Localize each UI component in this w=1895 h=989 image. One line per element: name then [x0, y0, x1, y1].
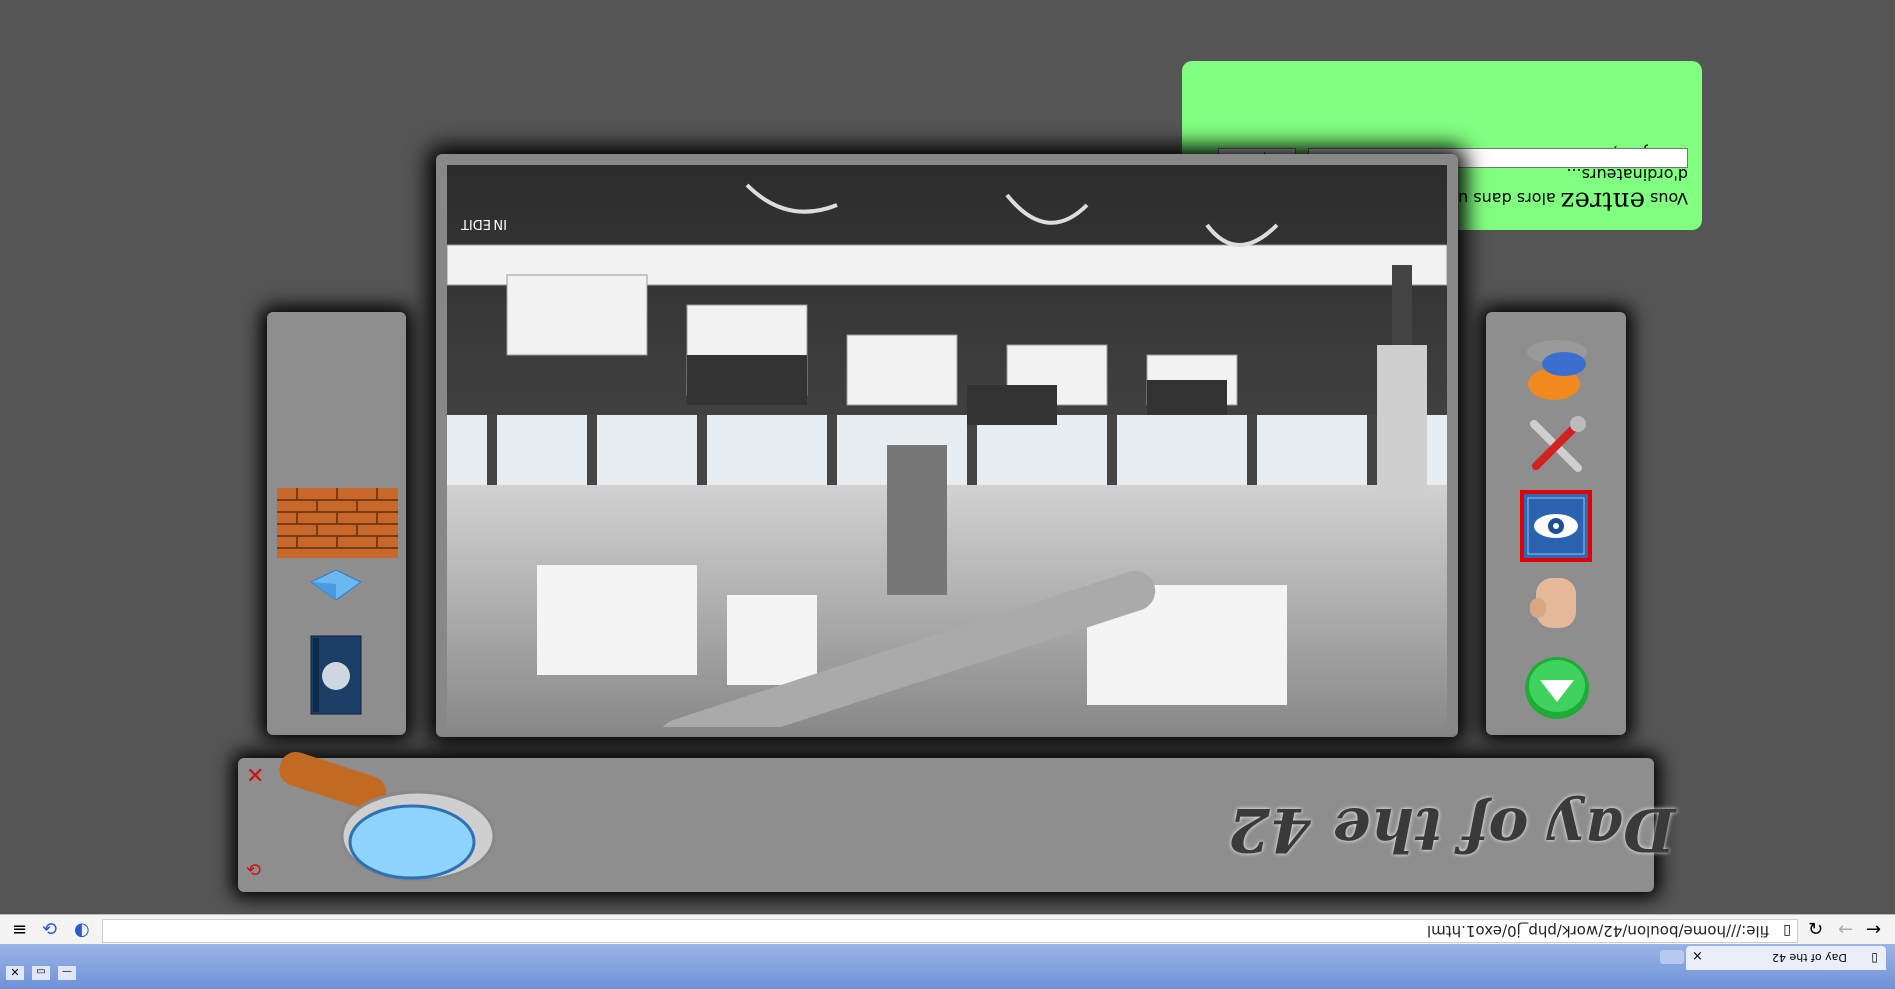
- close-x-icon[interactable]: ✕: [246, 764, 264, 789]
- window-restore-icon[interactable]: ▭: [32, 966, 50, 980]
- back-icon[interactable]: →: [1866, 919, 1881, 940]
- tab-close-icon[interactable]: ×: [1692, 949, 1703, 964]
- tab-active[interactable]: × Day of the 42 ▯: [1686, 946, 1886, 970]
- take-hand-icon[interactable]: [1526, 568, 1586, 636]
- dialog-line1-big: entrez: [1560, 186, 1645, 216]
- inventory-panel: [267, 312, 406, 735]
- tab-title: Day of the 42: [1772, 951, 1847, 964]
- page-icon: ▯: [1783, 922, 1791, 938]
- url-field[interactable]: file:///home/boulon/42/work/php_j0/exo1.…: [102, 919, 1798, 943]
- refresh-icon[interactable]: ⟲: [246, 860, 261, 881]
- menu-icon[interactable]: ≡: [12, 919, 27, 940]
- brick-icon[interactable]: [277, 488, 398, 558]
- dialog-line1-prefix: Vous: [1650, 189, 1688, 208]
- banner-title: Day of the 42: [1228, 794, 1676, 864]
- page: Vous entrez alors dans une grande piece …: [0, 0, 1895, 989]
- back-alt-icon[interactable]: ⟲: [42, 919, 57, 940]
- look-icon[interactable]: [1520, 490, 1592, 562]
- browser-toolbar: ≡ ⟲ ◐ ☆ file:///home/boulon/42/work/php_…: [0, 914, 1895, 945]
- action-panel: [1486, 312, 1626, 735]
- new-tab-button[interactable]: [1660, 950, 1684, 964]
- url-text: file:///home/boulon/42/work/php_j0/exo1.…: [1426, 922, 1769, 940]
- magnifier-icon[interactable]: [278, 750, 518, 890]
- tools-icon[interactable]: [1524, 414, 1588, 478]
- scene-overlay-in: IN: [493, 216, 507, 231]
- talk-icon[interactable]: [1524, 338, 1590, 404]
- window-close-icon[interactable]: ✕: [6, 966, 24, 980]
- blue-crystal-icon[interactable]: [311, 570, 361, 604]
- reload-icon[interactable]: ↻: [1808, 919, 1823, 940]
- window-minimize-icon[interactable]: —: [58, 966, 76, 980]
- scene-image[interactable]: IN EDIT: [447, 165, 1447, 727]
- office-scene-illustration: IN EDIT: [447, 165, 1447, 727]
- tab-page-icon: ▯: [1871, 950, 1878, 964]
- forward-icon[interactable]: ←: [1838, 919, 1853, 940]
- dont-panic-book-icon[interactable]: [307, 632, 365, 716]
- go-down-icon[interactable]: [1524, 656, 1590, 720]
- browser-tabbar: ✕ ▭ — × Day of the 42 ▯: [0, 944, 1895, 989]
- globe-icon[interactable]: ◐: [74, 919, 90, 940]
- banner-panel: ✕ ⟲ Day of the 42: [238, 751, 1675, 892]
- scene-overlay-edit: EDIT: [461, 216, 491, 231]
